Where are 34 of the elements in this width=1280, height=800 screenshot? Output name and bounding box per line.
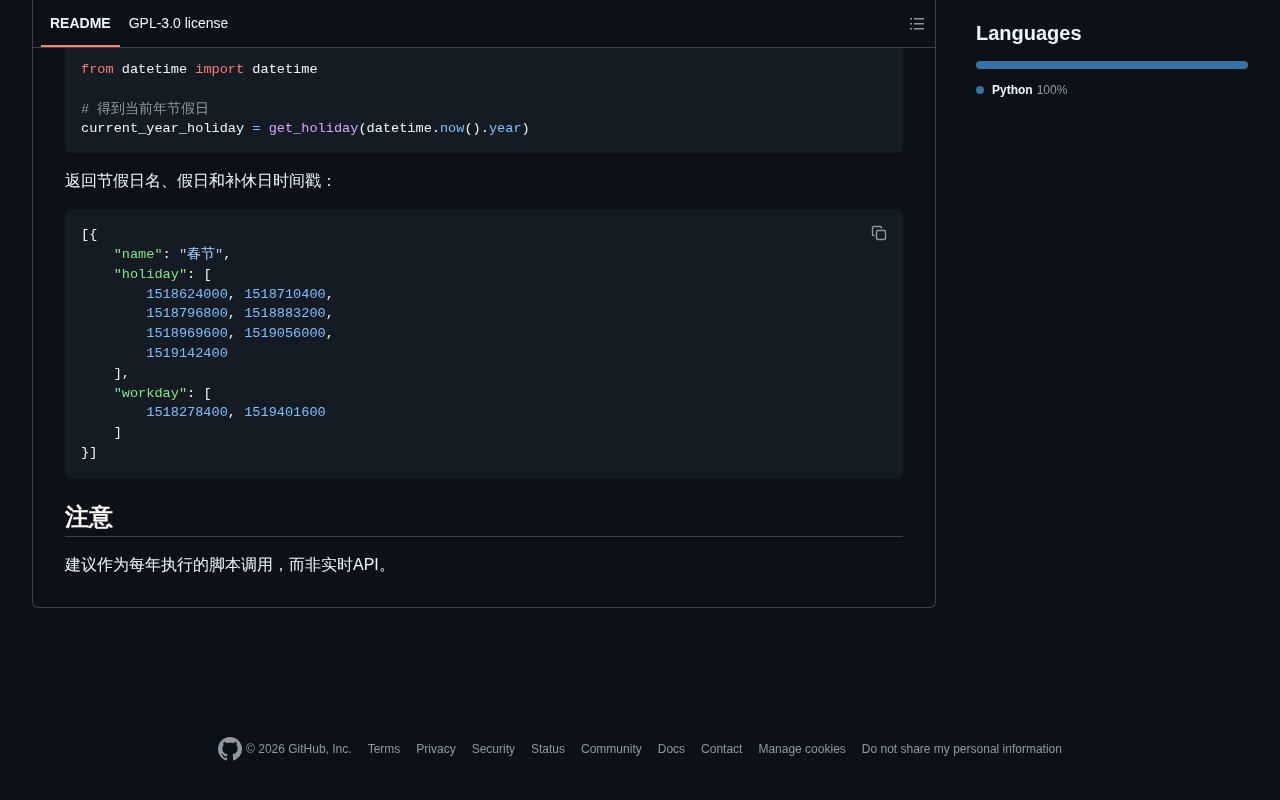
code-line: 1518969600, 1519056000, (145, 325, 334, 344)
octocat-logo-icon[interactable] (218, 737, 243, 761)
tab[interactable]: GPL-3.0 license (119, 0, 238, 47)
section-heading: 注意 (65, 502, 903, 537)
footer-link[interactable]: Do not share my personal information (861, 740, 1062, 758)
code-line: # 得到当前年节假日 (81, 100, 210, 119)
footer-link[interactable]: Contact (701, 740, 743, 758)
outline-icon[interactable] (909, 15, 925, 32)
language-percent: 100% (1036, 82, 1068, 99)
code-line: from datetime import datetime (81, 61, 318, 79)
code-line: "workday": [ (112, 384, 212, 403)
footer-link[interactable]: Status (531, 740, 566, 758)
code-line: [{ (81, 226, 98, 245)
code-line: ] (112, 424, 122, 443)
code-line: current_year_holiday = get_holiday(datetime.now().year) (81, 120, 530, 139)
code-line: 1518624000, 1518710400, (145, 285, 334, 304)
footer-link[interactable]: Docs (657, 740, 686, 758)
code-line: }] (81, 443, 98, 462)
copyright-text: © 2026 GitHub, Inc. (246, 741, 352, 758)
paragraph: 建议作为每年执行的脚本调用，而非实时API。 (65, 554, 396, 575)
code-line: ], (112, 364, 130, 383)
footer-link[interactable]: Terms (367, 740, 401, 758)
footer-link[interactable]: Privacy (416, 740, 456, 758)
code-line: 1519142400 (145, 344, 228, 363)
code-line: 1518796800, 1518883200, (145, 305, 334, 324)
footer-link[interactable]: Manage cookies (758, 740, 846, 758)
footer-link[interactable]: Security (471, 740, 515, 758)
code-line: "name": "春节", (112, 245, 232, 264)
code-line: "holiday": [ (112, 265, 212, 284)
language-name[interactable]: Python (992, 81, 1033, 99)
paragraph: 返回节假日名、假日和补休日时间戳： (65, 171, 338, 192)
section-heading: Languages (976, 21, 1083, 46)
footer-link[interactable]: Community (581, 740, 642, 758)
code-line: 1518278400, 1519401600 (145, 404, 326, 423)
